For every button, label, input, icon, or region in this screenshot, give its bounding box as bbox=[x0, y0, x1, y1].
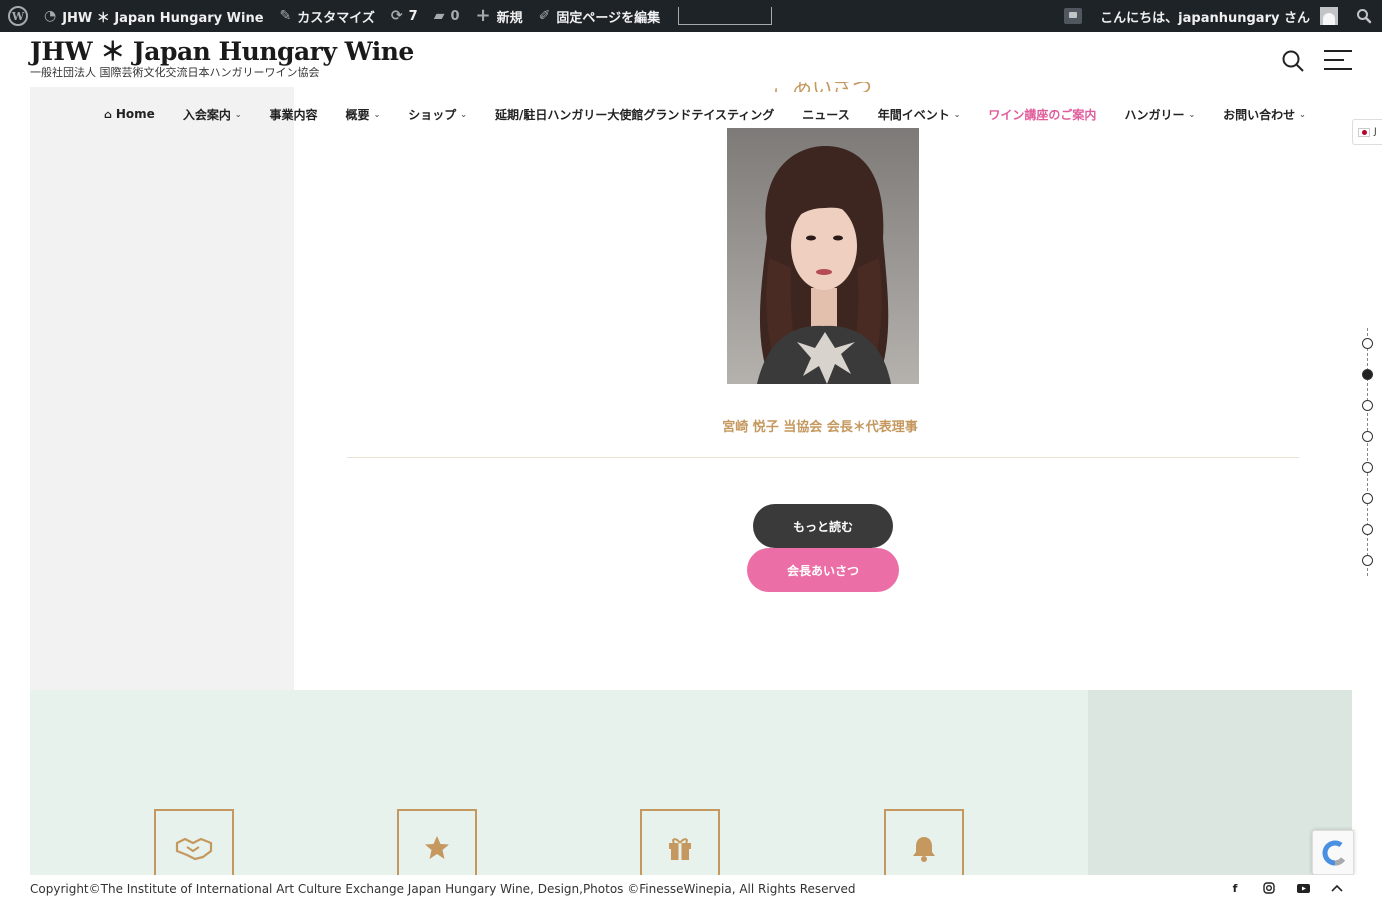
japan-flag-icon bbox=[1358, 127, 1370, 137]
pager-dot[interactable] bbox=[1362, 338, 1373, 349]
nav-label: ワイン講座のご案内 bbox=[988, 107, 1097, 122]
comments-count: 0 bbox=[450, 8, 460, 24]
admin-site-name-link[interactable]: ◔ JHW ＊ Japan Hungary Wine bbox=[36, 0, 272, 32]
nav-item-grand-tasting[interactable]: 延期/駐日ハンガリー大使館グランドテイスティング bbox=[495, 106, 774, 123]
admin-search-icon[interactable] bbox=[1356, 8, 1372, 24]
handshake-icon bbox=[175, 837, 213, 861]
nav-item-business[interactable]: 事業内容 bbox=[270, 106, 318, 123]
avatar[interactable] bbox=[1320, 7, 1338, 25]
language-switcher[interactable]: J bbox=[1352, 119, 1382, 145]
nav-item-wine-course[interactable]: ワイン講座のご案内 bbox=[988, 106, 1096, 123]
chairperson-portrait bbox=[727, 128, 919, 384]
section-divider bbox=[347, 457, 1299, 458]
search-icon[interactable] bbox=[1281, 49, 1305, 73]
admin-bar: W ◔ JHW ＊ Japan Hungary Wine ✎ カスタマイズ ⟳ … bbox=[0, 0, 1382, 32]
new-content-link[interactable]: + 新規 bbox=[468, 0, 531, 32]
chevron-down-icon: ⌄ bbox=[1299, 109, 1306, 119]
comment-icon: ▰ bbox=[433, 8, 445, 24]
account-greeting[interactable]: こんにちは、japanhungary さん bbox=[1092, 0, 1310, 32]
new-label: 新規 bbox=[496, 10, 523, 26]
recaptcha-badge[interactable] bbox=[1312, 830, 1354, 875]
edit-page-link[interactable]: ✐ 固定ページを編集 bbox=[531, 0, 668, 32]
nav-label: ショップ bbox=[408, 107, 457, 122]
feature-box-star[interactable] bbox=[397, 809, 477, 875]
updates-count: 7 bbox=[408, 8, 418, 24]
updates-link[interactable]: ⟳ 7 bbox=[383, 0, 426, 32]
customize-label: カスタマイズ bbox=[297, 10, 375, 26]
pager-dot[interactable] bbox=[1362, 462, 1373, 473]
nav-item-annual-events[interactable]: 年間イベント ⌄ bbox=[878, 106, 961, 123]
bell-icon bbox=[913, 837, 935, 862]
nav-item-membership[interactable]: 入会案内 ⌄ bbox=[183, 106, 242, 123]
nav-label: ニュース bbox=[802, 107, 850, 122]
portrait-caption: 宮崎 悦子 当協会 会長＊代表理事 bbox=[722, 420, 918, 435]
brush-icon: ✎ bbox=[279, 8, 292, 24]
social-links: f bbox=[1228, 881, 1344, 895]
home-icon: ⌂ bbox=[104, 107, 112, 121]
section-heading: ごあいさつ bbox=[772, 82, 876, 92]
pager-dot[interactable] bbox=[1362, 524, 1373, 535]
admin-search-field[interactable] bbox=[678, 7, 773, 25]
facebook-icon[interactable]: f bbox=[1228, 881, 1242, 895]
chevron-down-icon: ⌄ bbox=[953, 109, 961, 119]
pager-dot[interactable] bbox=[1362, 431, 1373, 442]
nav-item-hungary[interactable]: ハンガリー ⌄ bbox=[1124, 106, 1195, 123]
customize-link[interactable]: ✎ カスタマイズ bbox=[272, 0, 383, 32]
read-more-button[interactable]: もっと読む bbox=[753, 504, 893, 548]
wordpress-icon: W bbox=[8, 6, 28, 26]
chair-greeting-button[interactable]: 会長あいさつ bbox=[747, 548, 899, 592]
pager-dot[interactable] bbox=[1362, 400, 1373, 411]
nav-item-overview[interactable]: 概要 ⌄ bbox=[346, 106, 381, 123]
nav-label: 概要 bbox=[345, 107, 370, 122]
site-description: 一般社団法人 国際芸術文化交流日本ハンガリーワイン協会 bbox=[30, 66, 320, 79]
nav-label: 年間イベント bbox=[877, 107, 950, 122]
nav-item-news[interactable]: ニュース bbox=[802, 106, 849, 123]
scroll-top-icon[interactable] bbox=[1330, 881, 1344, 895]
pager-dot[interactable] bbox=[1362, 493, 1373, 504]
site-title[interactable]: JHW ＊ Japan Hungary Wine bbox=[30, 32, 414, 68]
nav-label: お問い合わせ bbox=[1223, 107, 1296, 122]
pager-line bbox=[1367, 328, 1368, 576]
portrait-image bbox=[727, 128, 919, 384]
feature-box-partnership[interactable] bbox=[154, 809, 234, 875]
nav-label: 延期/駐日ハンガリー大使館グランドテイスティング bbox=[494, 107, 775, 122]
hamburger-menu-icon[interactable] bbox=[1322, 48, 1354, 72]
language-code: J bbox=[1374, 127, 1377, 137]
feature-box-gift[interactable] bbox=[640, 809, 720, 875]
wordpress-logo-button[interactable]: W bbox=[0, 0, 36, 32]
admin-site-name: JHW ＊ Japan Hungary Wine bbox=[62, 10, 264, 26]
youtube-icon[interactable] bbox=[1296, 881, 1310, 895]
main-navigation: ⌂ Home 入会案内 ⌄ 事業内容 概要 ⌄ ショップ ⌄ 延期/駐日ハンガリ… bbox=[104, 100, 1306, 128]
nav-label: 入会案内 bbox=[182, 107, 231, 122]
chevron-down-icon: ⌄ bbox=[460, 109, 467, 119]
pager-dot[interactable] bbox=[1362, 369, 1373, 380]
star-icon bbox=[425, 836, 449, 859]
plus-icon: + bbox=[475, 5, 491, 26]
nav-item-home[interactable]: ⌂ Home bbox=[104, 107, 155, 121]
pencil-icon: ✐ bbox=[538, 8, 551, 24]
nav-item-contact[interactable]: お問い合わせ ⌄ bbox=[1223, 106, 1306, 123]
pager-dot[interactable] bbox=[1362, 555, 1373, 566]
update-icon: ⟳ bbox=[390, 8, 403, 24]
left-gray-panel bbox=[30, 87, 294, 690]
feature-box-notice[interactable] bbox=[884, 809, 964, 875]
gift-icon bbox=[669, 838, 691, 860]
chevron-down-icon: ⌄ bbox=[234, 109, 242, 119]
copyright-text: Copyright©The Institute of International… bbox=[30, 882, 856, 896]
notification-icon[interactable] bbox=[1064, 8, 1083, 24]
nav-label: ハンガリー bbox=[1124, 107, 1185, 122]
chevron-down-icon: ⌄ bbox=[1188, 109, 1196, 119]
edit-page-label: 固定ページを編集 bbox=[556, 10, 661, 26]
site-footer: Copyright©The Institute of International… bbox=[0, 875, 1382, 905]
recaptcha-icon bbox=[1322, 840, 1345, 866]
instagram-icon[interactable] bbox=[1262, 881, 1276, 895]
dashboard-icon: ◔ bbox=[44, 8, 57, 24]
comments-link[interactable]: ▰ 0 bbox=[426, 0, 468, 32]
section-pager bbox=[1361, 328, 1375, 576]
chevron-down-icon: ⌄ bbox=[373, 109, 381, 119]
admin-bar-right: こんにちは、japanhungary さん bbox=[1064, 0, 1372, 32]
nav-item-shop[interactable]: ショップ ⌄ bbox=[408, 106, 467, 123]
nav-label: 事業内容 bbox=[269, 107, 318, 122]
nav-label: Home bbox=[115, 107, 155, 121]
